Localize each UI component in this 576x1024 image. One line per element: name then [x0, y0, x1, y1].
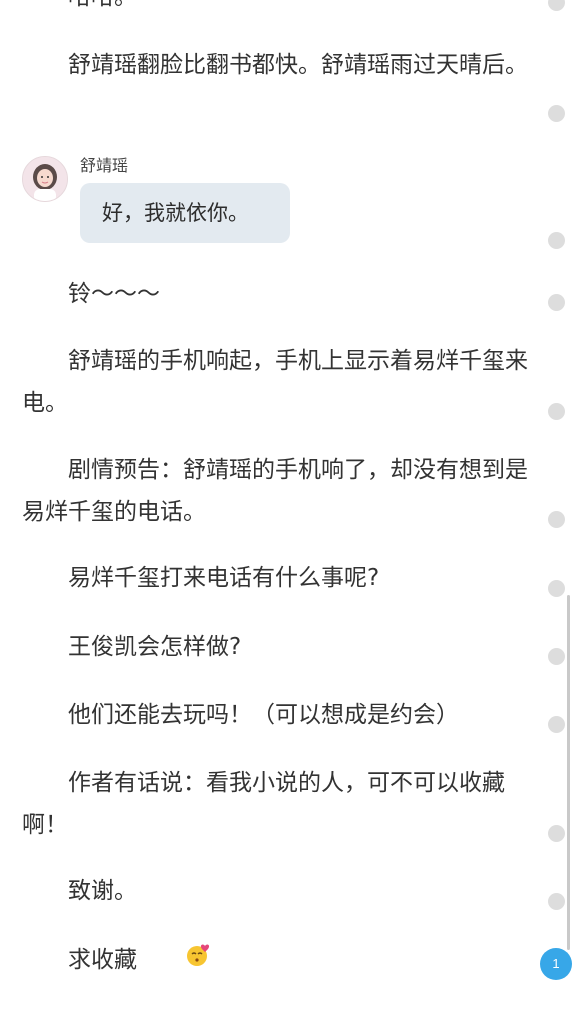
- speaker-name: 舒靖瑶: [80, 156, 129, 175]
- paragraph-comment-dot[interactable]: [548, 716, 565, 733]
- paragraph-9: 致谢。: [68, 878, 137, 904]
- paragraph-comment-dot[interactable]: [548, 893, 565, 910]
- paragraph-7: 他们还能去玩吗！（可以想成是约会）: [68, 702, 459, 728]
- paragraph-6: 王俊凯会怎样做?: [68, 634, 242, 660]
- paragraph-comment-dot[interactable]: [548, 511, 565, 528]
- scrollbar[interactable]: [567, 595, 570, 950]
- paragraph-10: 求收藏: [22, 939, 532, 982]
- avatar-icon: [23, 157, 67, 201]
- message-bubble: 好，我就依你。: [80, 183, 290, 243]
- reader-page: 哈哈。 舒靖瑶翻脸比翻书都快。舒靖瑶雨过天晴后。 舒靖瑶 好，我就依你。 铃～～…: [0, 0, 576, 1024]
- paragraph-2: 铃～～～: [68, 281, 160, 307]
- paragraph-comment-dot[interactable]: [548, 825, 565, 842]
- paragraph-comment-dot[interactable]: [548, 105, 565, 122]
- paragraph-3: 舒靖瑶的手机响起，手机上显示着易烊千玺来电。: [22, 348, 528, 416]
- paragraph-0: 哈哈。: [22, 0, 532, 18]
- paragraph-comment-dot[interactable]: [548, 580, 565, 597]
- paragraph-comment-dot[interactable]: [548, 232, 565, 249]
- paragraph-comment-dot[interactable]: [548, 294, 565, 311]
- paragraph-comment-dot[interactable]: [548, 403, 565, 420]
- comment-count-badge[interactable]: 1: [540, 948, 572, 980]
- paragraph-10-text: 求收藏: [68, 947, 137, 973]
- paragraph-comment-dot[interactable]: [548, 648, 565, 665]
- avatar[interactable]: [22, 156, 68, 202]
- paragraph-5: 易烊千玺打来电话有什么事呢?: [68, 565, 380, 591]
- chat-message: 舒靖瑶 好，我就依你。: [22, 150, 422, 250]
- paragraph-comment-dot[interactable]: [548, 0, 565, 11]
- kissing-face-emoji-icon: [139, 940, 213, 982]
- paragraph-8: 作者有话说：看我小说的人，可不可以收藏啊！: [22, 770, 505, 838]
- paragraph-1: 舒靖瑶翻脸比翻书都快。舒靖瑶雨过天晴后。: [68, 52, 528, 78]
- paragraph-4: 剧情预告：舒靖瑶的手机响了，却没有想到是易烊千玺的电话。: [22, 457, 528, 525]
